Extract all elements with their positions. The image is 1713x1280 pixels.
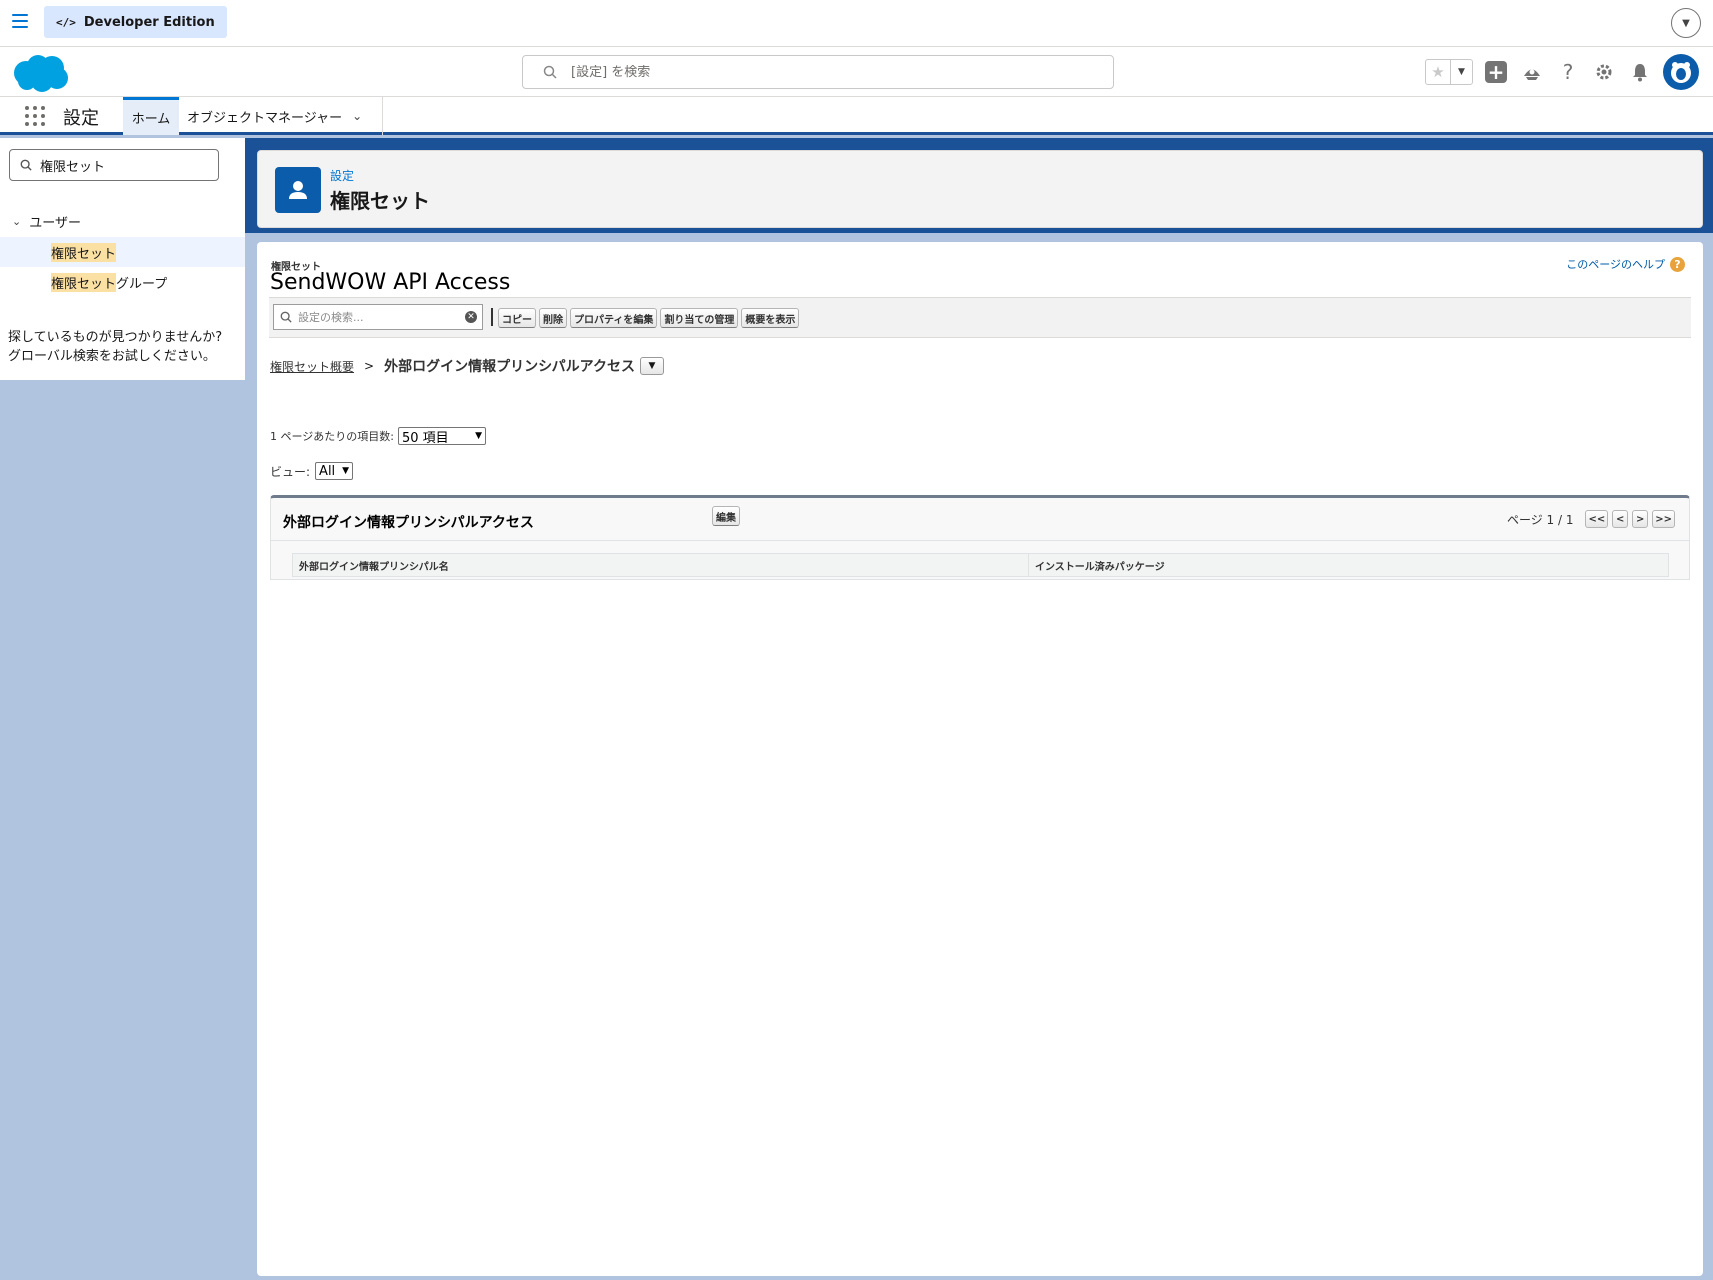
chevron-down-icon: ⌄ — [12, 215, 22, 228]
sidebar-item-permission-set-groups[interactable]: 権限セット グループ — [0, 267, 245, 297]
quick-find-input[interactable] — [40, 157, 210, 173]
help-icon[interactable]: ? — [1555, 59, 1581, 85]
breadcrumb-link[interactable]: 権限セット概要 — [270, 358, 354, 375]
search-input[interactable] — [571, 64, 1071, 80]
view-filter: ビュー: All ▼ — [270, 462, 354, 480]
sidebar-help-line: 探しているものが見つかりませんか? — [8, 330, 223, 345]
gear-icon[interactable] — [1591, 59, 1617, 85]
settings-search-input[interactable] — [298, 310, 458, 324]
app-name: 設定 — [63, 108, 99, 129]
search-icon — [20, 159, 32, 171]
chevron-down-icon[interactable]: ▼ — [1671, 8, 1701, 38]
record-title: SendWOW API Access — [270, 270, 511, 295]
favorites-dropdown-icon[interactable]: ▼ — [1450, 60, 1472, 84]
help-icon: ? — [1670, 256, 1685, 272]
per-page-select[interactable]: 50 項目 ▼ — [397, 427, 486, 446]
manage-assignments-button[interactable]: 割り当ての管理 — [660, 308, 739, 328]
global-search[interactable] — [522, 55, 1114, 89]
app-launcher-icon[interactable] — [25, 106, 45, 126]
quick-find[interactable] — [9, 149, 219, 181]
breadcrumb-dropdown-button[interactable]: ▼ — [639, 357, 664, 375]
clear-icon[interactable]: ✕ — [465, 311, 477, 323]
user-icon — [275, 167, 321, 213]
setup-sidebar: ⌄ ユーザー 権限セット 権限セットグループ 探しているものが見つかりませんか?… — [0, 138, 245, 380]
toolbar-separator — [491, 308, 493, 326]
tab-home[interactable]: ホーム — [123, 97, 179, 135]
top-bar: </> Developer Edition ▼ — [0, 0, 1713, 47]
page-subtitle[interactable]: 設定 — [330, 167, 354, 184]
edition-label: Developer Edition — [83, 14, 215, 30]
bell-icon[interactable] — [1627, 59, 1653, 85]
column-header[interactable]: インストール済みパッケージ — [1029, 554, 1668, 576]
divider — [271, 540, 1689, 541]
sidebar-group-users[interactable]: ⌄ ユーザー — [12, 212, 81, 231]
breadcrumb-separator: > — [364, 359, 375, 373]
breadcrumb: 権限セット概要 > 外部ログイン情報プリンシパルアクセス ▼ — [270, 356, 664, 376]
delete-button[interactable]: 削除 — [539, 308, 567, 328]
per-page-value: 50 項目 — [401, 430, 449, 446]
page-indicator: ページ 1 / 1 — [1506, 512, 1574, 527]
search-icon — [280, 311, 292, 323]
breadcrumb-current: 外部ログイン情報プリンシパルアクセス — [384, 359, 635, 375]
chevron-down-icon: ▼ — [342, 466, 350, 476]
view-summary-button[interactable]: 概要を表示 — [741, 308, 800, 328]
view-label: ビュー: — [270, 464, 311, 479]
tab-object-manager-label: オブジェクトマネージャー — [187, 110, 343, 126]
record-toolbar: ✕ コピー 削除 プロパティを編集 割り当ての管理 概要を表示 — [269, 298, 1691, 338]
sidebar-item-label: グループ — [116, 276, 168, 292]
settings-search[interactable]: ✕ — [273, 304, 483, 330]
sidebar-item-highlight: 権限セット — [51, 242, 117, 262]
column-header[interactable]: 外部ログイン情報プリンシパル名 — [293, 554, 1029, 576]
nav-bar: 設定 ホーム オブジェクトマネージャー ⌄ — [0, 97, 1713, 135]
sidebar-help-line: グローバル検索をお試しください。 — [8, 349, 216, 364]
avatar[interactable] — [1663, 54, 1699, 90]
view-select[interactable]: All ▼ — [315, 462, 354, 480]
page-title: 権限セット — [330, 189, 430, 213]
chevron-down-icon[interactable]: ⌄ — [352, 109, 362, 123]
edit-properties-button[interactable]: プロパティを編集 — [570, 308, 658, 328]
trailhead-icon[interactable] — [1519, 59, 1545, 85]
add-icon[interactable]: + — [1483, 59, 1509, 85]
favorites-button[interactable]: ★ ▼ — [1425, 59, 1473, 85]
per-page-label: 1 ページあたりの項目数: — [270, 430, 394, 443]
global-header: ★ ▼ + ? — [0, 47, 1713, 97]
sidebar-help-text: 探しているものが見つかりませんか? グローバル検索をお試しください。 — [8, 328, 222, 366]
sidebar-item-highlight: 権限セット — [51, 272, 117, 292]
salesforce-logo[interactable] — [10, 53, 70, 93]
last-page-button[interactable]: >> — [1652, 510, 1675, 528]
star-icon[interactable]: ★ — [1426, 60, 1450, 84]
view-value: All — [319, 463, 336, 479]
pager: ページ 1 / 1 << < > >> — [1507, 510, 1675, 528]
chevron-down-icon: ▼ — [475, 431, 482, 441]
help-link[interactable]: このページのヘルプ ? — [1566, 256, 1685, 272]
menu-icon[interactable] — [12, 14, 28, 28]
search-icon — [543, 65, 557, 79]
page-header: 設定 権限セット — [257, 150, 1703, 228]
copy-button[interactable]: コピー — [498, 308, 536, 328]
help-link-label: このページのヘルプ — [1566, 258, 1665, 271]
previous-page-button[interactable]: < — [1612, 510, 1629, 528]
items-per-page: 1 ページあたりの項目数: 50 項目 ▼ — [270, 427, 486, 446]
developer-edition-badge[interactable]: </> Developer Edition — [44, 6, 227, 38]
edit-button[interactable]: 編集 — [712, 506, 740, 526]
tab-object-manager[interactable]: オブジェクトマネージャー ⌄ — [179, 97, 383, 135]
next-page-button[interactable]: > — [1632, 510, 1649, 528]
related-list-title: 外部ログイン情報プリンシパルアクセス — [283, 515, 534, 531]
table-header-row: 外部ログイン情報プリンシパル名 インストール済みパッケージ — [292, 553, 1669, 577]
sidebar-item-permission-sets[interactable]: 権限セット — [0, 237, 245, 267]
first-page-button[interactable]: << — [1585, 510, 1609, 528]
main-content: 権限セット SendWOW API Access このページのヘルプ ? ✕ コ… — [257, 242, 1703, 1276]
sidebar-group-label: ユーザー — [29, 216, 81, 231]
related-list: 外部ログイン情報プリンシパルアクセス 編集 ページ 1 / 1 << < > >… — [270, 495, 1690, 580]
code-icon: </> — [56, 15, 76, 29]
